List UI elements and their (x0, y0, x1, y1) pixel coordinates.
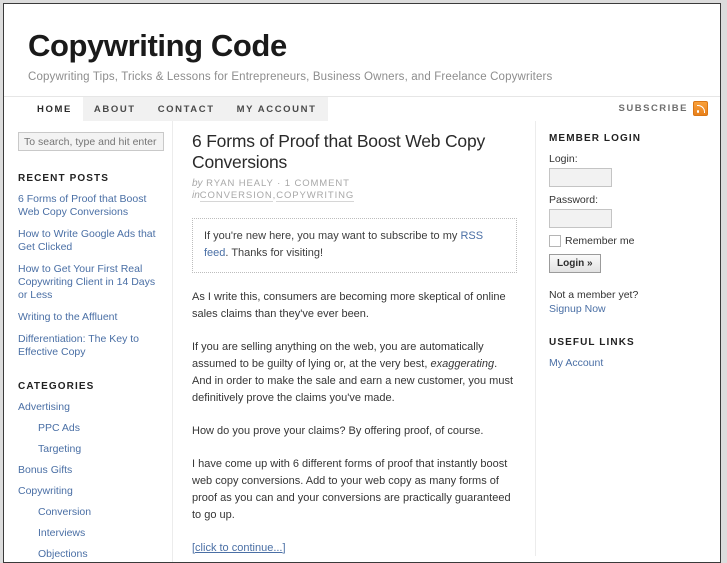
login-label: Login: (549, 152, 578, 165)
main-content: 6 Forms of Proof that Boost Web Copy Con… (173, 120, 536, 556)
post-paragraph-1: As I write this, consumers are becoming … (192, 290, 506, 320)
recent-post-link[interactable]: Differentiation: The Key to Effective Co… (18, 333, 166, 359)
by-prefix: by (192, 177, 203, 189)
recent-post-link[interactable]: Writing to the Affluent (18, 311, 166, 324)
nav-bar: Home About Contact My Account Subscribe (4, 95, 720, 121)
category-link-targeting[interactable]: Targeting (18, 443, 172, 456)
post-paragraph-2: If you are selling anything on the web, … (192, 339, 517, 407)
post-title[interactable]: 6 Forms of Proof that Boost Web Copy Con… (192, 131, 517, 173)
subscribe-label: Subscribe (618, 102, 688, 114)
useful-link-my-account[interactable]: My Account (549, 357, 706, 369)
post-paragraph-3: How do you prove your claims? By offerin… (192, 424, 484, 437)
rss-icon[interactable] (693, 100, 708, 116)
not-a-member-text: Not a member yet? (549, 288, 639, 301)
member-login-heading: Member Login (549, 132, 642, 144)
category-link-copywriting[interactable]: Copywriting (18, 485, 172, 498)
nav-item-about[interactable]: About (83, 97, 147, 121)
para2-emphasis: exaggerating (430, 357, 495, 370)
site-tagline: Copywriting Tips, Tricks & Lessons for E… (28, 70, 553, 83)
categories-heading: Categories (18, 381, 95, 393)
post-category-copywriting[interactable]: Copywriting (276, 189, 355, 202)
in-prefix: in (192, 189, 200, 201)
content-columns: Recent Posts 6 Forms of Proof that Boost… (4, 120, 720, 562)
remember-me-label[interactable]: Remember me (565, 235, 634, 247)
recent-post-link[interactable]: 6 Forms of Proof that Boost Web Copy Con… (18, 193, 166, 219)
category-link-objections[interactable]: Objections (18, 548, 172, 561)
rss-notice-box: If you're new here, you may want to subs… (192, 217, 517, 273)
byline-separator: · (277, 177, 282, 189)
right-sidebar: Member Login Login: Password: Remember m… (536, 121, 716, 541)
remember-me-checkbox[interactable] (549, 234, 561, 247)
remember-me-row[interactable]: Remember me (549, 234, 706, 247)
notice-text-before: If you're new here, you may want to subs… (204, 229, 461, 242)
category-link-bonus-gifts[interactable]: Bonus Gifts (18, 464, 172, 477)
site-header: Copywriting Code Copywriting Tips, Trick… (4, 4, 720, 83)
nav-item-contact[interactable]: Contact (147, 97, 226, 121)
click-to-continue-link[interactable]: [click to continue...] (192, 542, 286, 554)
site-title[interactable]: Copywriting Code (28, 29, 720, 63)
recent-post-link[interactable]: How to Get Your First Real Copywriting C… (18, 263, 166, 302)
left-sidebar: Recent Posts 6 Forms of Proof that Boost… (4, 120, 173, 562)
category-link-advertising[interactable]: Advertising (18, 401, 172, 414)
post-category-conversion[interactable]: Conversion (199, 189, 273, 202)
notice-text-after: . Thanks for visiting! (225, 246, 324, 259)
search-input[interactable] (18, 132, 164, 152)
login-button[interactable]: Login » (549, 253, 601, 273)
category-link-interviews[interactable]: Interviews (18, 527, 172, 540)
password-input[interactable] (549, 208, 612, 228)
category-link-conversion[interactable]: Conversion (18, 506, 172, 519)
post-byline: by Ryan Healy · 1 Comment inConversion,C… (192, 178, 517, 202)
post-author[interactable]: Ryan Healy (206, 178, 273, 189)
useful-links-heading: Useful Links (549, 336, 635, 348)
password-label: Password: (549, 193, 599, 206)
recent-posts-heading: Recent Posts (18, 173, 109, 185)
recent-post-link[interactable]: How to Write Google Ads that Get Clicked (18, 228, 166, 254)
subscribe-link[interactable]: Subscribe (618, 100, 708, 116)
nav-item-home[interactable]: Home (26, 96, 83, 121)
login-input[interactable] (549, 167, 612, 187)
category-link-ppc-ads[interactable]: PPC Ads (18, 422, 172, 435)
post-comments-link[interactable]: 1 Comment (285, 178, 350, 189)
post-paragraph-4: I have come up with 6 different forms of… (192, 457, 511, 521)
primary-nav: Home About Contact My Account (26, 96, 328, 121)
signup-now-link[interactable]: Signup Now (549, 303, 706, 315)
page-container: Copywriting Code Copywriting Tips, Trick… (3, 3, 721, 563)
nav-item-my-account[interactable]: My Account (226, 97, 328, 121)
